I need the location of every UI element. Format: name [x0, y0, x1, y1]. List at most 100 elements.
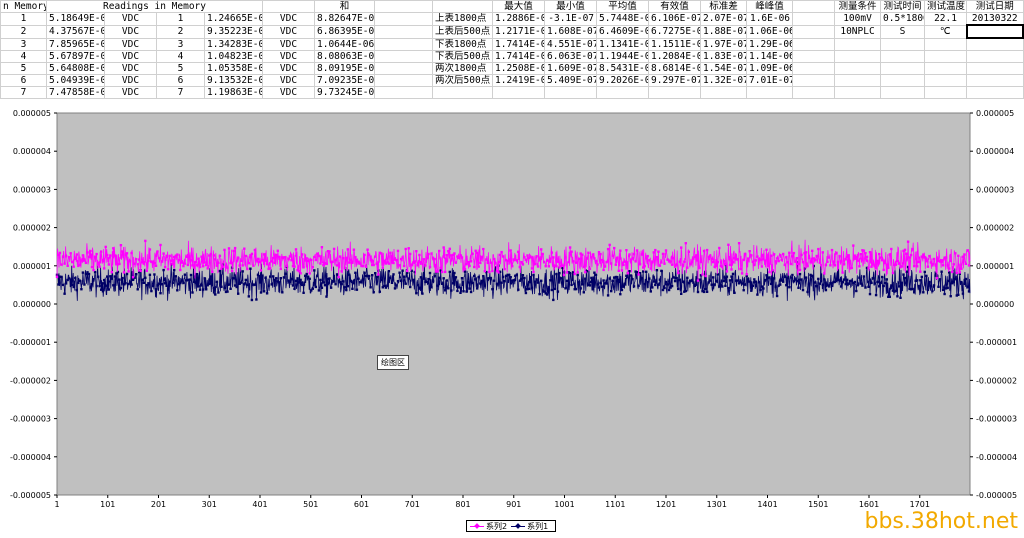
cell[interactable]: [374, 0, 434, 13]
cell-stat-value[interactable]: 1.7414E-06: [492, 37, 546, 51]
cell-unit[interactable]: VDC: [262, 12, 316, 26]
cell-stat-value[interactable]: 1.608E-07: [544, 24, 598, 39]
cell-sum[interactable]: 7.09235E-07: [314, 74, 376, 87]
cell-stat-label[interactable]: 两次后500点: [432, 74, 494, 87]
cell-reading[interactable]: 1.34283E-06: [203, 37, 264, 51]
cell[interactable]: [746, 86, 794, 99]
cell-stat-value[interactable]: 6.4609E-07: [596, 24, 650, 39]
cell[interactable]: [374, 24, 434, 39]
cell-stat-label[interactable]: 上表后500点: [432, 24, 494, 39]
cell[interactable]: [596, 86, 650, 99]
cell-condition[interactable]: 10NPLC: [834, 24, 882, 39]
cell-condition[interactable]: [834, 74, 882, 87]
cell[interactable]: [792, 37, 836, 51]
cell-stat-value[interactable]: 1.54E-07: [700, 62, 748, 75]
cell-condition[interactable]: [880, 86, 926, 99]
cell-condition[interactable]: [966, 86, 1024, 99]
cell-stat-label[interactable]: 两次1800点: [432, 62, 494, 75]
chart-legend[interactable]: 系列2 系列1: [466, 520, 556, 532]
header-cell-readings[interactable]: Readings in Memory: [45, 0, 264, 13]
header-cell-condition[interactable]: 测试时间: [880, 0, 926, 13]
cell[interactable]: [648, 86, 702, 99]
cell-reading[interactable]: 4.37567E-07: [46, 24, 105, 39]
cell-condition[interactable]: [834, 62, 882, 75]
cell-sum[interactable]: 9.73245E-07: [314, 86, 376, 99]
cell-condition[interactable]: [966, 62, 1024, 75]
cell-index[interactable]: 7: [156, 86, 205, 99]
cell-condition[interactable]: [924, 62, 968, 75]
cell-unit[interactable]: VDC: [104, 50, 157, 63]
cell-stat-value[interactable]: 1.14E-06: [746, 50, 794, 63]
header-cell-stat[interactable]: 有效值: [648, 0, 702, 13]
cell-stat-label[interactable]: 上表1800点: [432, 12, 494, 26]
cell[interactable]: [432, 86, 494, 99]
cell-condition[interactable]: [880, 74, 926, 87]
cell-stat-value[interactable]: 6.7275E-07: [648, 24, 702, 39]
cell-unit[interactable]: VDC: [262, 62, 316, 75]
cell[interactable]: [262, 0, 316, 13]
cell-stat-value[interactable]: 1.88E-07: [700, 24, 748, 39]
cell-condition[interactable]: S: [880, 24, 926, 39]
cell-unit[interactable]: VDC: [262, 24, 316, 39]
cell-condition[interactable]: [834, 50, 882, 63]
cell-stat-value[interactable]: 1.1341E-06: [596, 37, 650, 51]
cell-stat-value[interactable]: 7.01E-07: [746, 74, 794, 87]
cell-index[interactable]: 5: [0, 62, 47, 75]
cell-stat-value[interactable]: 1.1511E-06: [648, 37, 702, 51]
header-cell-stat[interactable]: 最小值: [544, 0, 598, 13]
cell-stat-value[interactable]: 9.2026E-07: [596, 74, 650, 87]
cell-condition[interactable]: [966, 37, 1024, 51]
cell-index[interactable]: 6: [156, 74, 205, 87]
cell-reading[interactable]: 1.24665E-06: [203, 12, 264, 26]
cell[interactable]: [374, 74, 434, 87]
cell-reading[interactable]: 7.85965E-07: [46, 37, 105, 51]
header-cell-stat[interactable]: 标准差: [700, 0, 748, 13]
cell[interactable]: [544, 86, 598, 99]
cell-stat-value[interactable]: 1.2886E-06: [492, 12, 546, 26]
cell[interactable]: [792, 62, 836, 75]
cell-stat-value[interactable]: 9.297E-07: [648, 74, 702, 87]
cell-condition[interactable]: ℃: [924, 24, 968, 39]
cell-condition[interactable]: [965, 24, 1024, 39]
header-cell-condition[interactable]: 测量条件: [834, 0, 882, 13]
cell[interactable]: [374, 86, 434, 99]
cell-unit[interactable]: VDC: [104, 37, 157, 51]
cell-condition[interactable]: [834, 86, 882, 99]
cell[interactable]: [792, 24, 836, 39]
cell-index[interactable]: 2: [156, 24, 205, 39]
cell[interactable]: [792, 12, 836, 26]
cell[interactable]: [700, 86, 748, 99]
cell-stat-value[interactable]: 5.409E-07: [544, 74, 598, 87]
cell-condition[interactable]: 22.1: [924, 12, 968, 26]
cell-condition[interactable]: 100mV: [834, 12, 882, 26]
header-cell-condition[interactable]: 测试日期: [966, 0, 1024, 13]
header-cell-stat[interactable]: 峰峰值: [746, 0, 794, 13]
cell-sum[interactable]: 8.08063E-07: [314, 50, 376, 63]
cell-stat-label[interactable]: 下表后500点: [432, 50, 494, 63]
cell-stat-value[interactable]: 1.2419E-06: [492, 74, 546, 87]
cell-index[interactable]: 5: [156, 62, 205, 75]
cell-stat-value[interactable]: 5.7448E-07: [596, 12, 650, 26]
cell[interactable]: [374, 12, 434, 26]
header-cell-memory[interactable]: n Memory: [0, 0, 47, 13]
cell[interactable]: [374, 62, 434, 75]
cell-stat-value[interactable]: 1.6E-06: [746, 12, 794, 26]
cell-sum[interactable]: 1.0644E-06: [314, 37, 376, 51]
cell-stat-value[interactable]: 6.106E-07: [648, 12, 702, 26]
cell-index[interactable]: 1: [156, 12, 205, 26]
cell-unit[interactable]: VDC: [104, 12, 157, 26]
cell-condition[interactable]: [966, 50, 1024, 63]
spreadsheet-grid[interactable]: n Memory Readings in Memory 和 最大值 最小值 平均值 有效值标…: [0, 0, 1024, 99]
cell-condition[interactable]: [924, 74, 968, 87]
cell-stat-value[interactable]: 1.2508E-06: [492, 62, 546, 75]
cell-condition[interactable]: 0.5*1800: [880, 12, 926, 26]
cell-reading[interactable]: 5.18649E-07: [46, 12, 105, 26]
cell-index[interactable]: 2: [0, 24, 47, 39]
cell-condition[interactable]: [880, 50, 926, 63]
cell-index[interactable]: 4: [0, 50, 47, 63]
cell-sum[interactable]: 8.09195E-07: [314, 62, 376, 75]
header-cell-condition[interactable]: 测试温度: [924, 0, 968, 13]
cell-stat-value[interactable]: 1.29E-06: [746, 37, 794, 51]
cell-stat-value[interactable]: 4.551E-07: [544, 37, 598, 51]
cell-unit[interactable]: VDC: [104, 74, 157, 87]
